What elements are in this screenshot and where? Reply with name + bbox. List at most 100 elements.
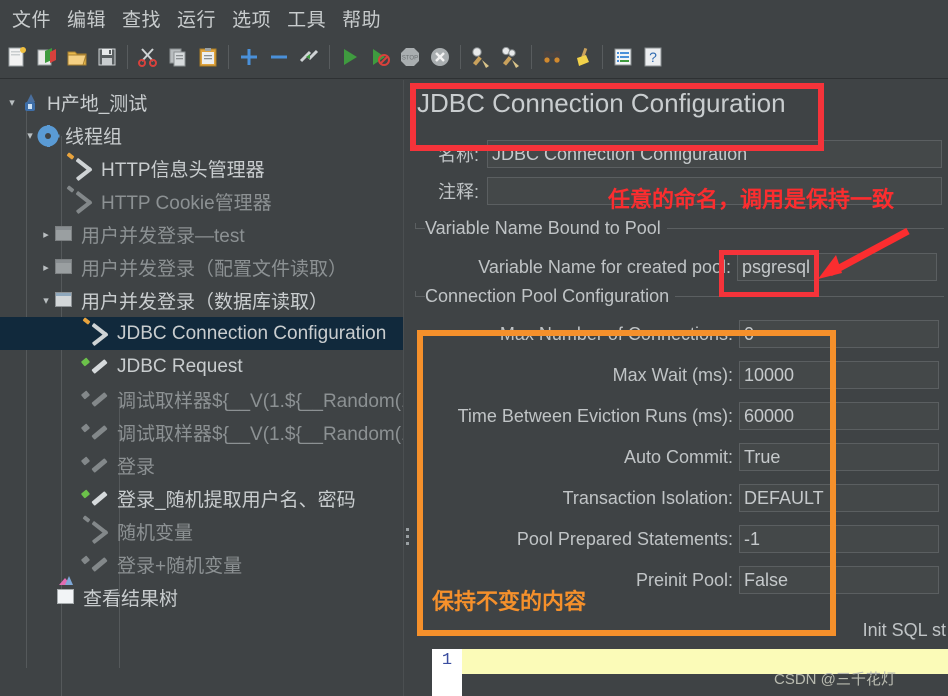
config-wrench-icon xyxy=(66,151,96,181)
watermark-text: CSDN @三千花灯 xyxy=(774,671,896,688)
tree-node-label: 线程组 xyxy=(65,127,123,148)
save-icon[interactable] xyxy=(94,42,120,72)
max-connections-row: Max Number of Connections: 0 xyxy=(411,319,948,349)
tree-node-label: 调试取样器${__V(1.${__Random(1 xyxy=(117,424,403,445)
tree-node-label: 用户并发登录（配置文件读取） xyxy=(81,259,348,280)
menu-options[interactable]: 选项 xyxy=(224,3,279,34)
menu-file[interactable]: 文件 xyxy=(4,3,59,34)
thread-group-icon xyxy=(37,124,60,147)
transaction-isolation-row: Transaction Isolation: DEFAULT xyxy=(411,483,948,513)
sampler-pencil-icon xyxy=(80,422,112,443)
tree-node-controller-db-read[interactable]: ▾ 用户并发登录（数据库读取） xyxy=(0,284,403,317)
paste-clipboard-icon[interactable] xyxy=(195,42,221,72)
svg-text:?: ? xyxy=(649,49,657,65)
menu-help[interactable]: 帮助 xyxy=(334,3,389,34)
tree-node-controller-config-file[interactable]: ▸ 用户并发登录（配置文件读取） xyxy=(0,251,403,284)
tree-node-jdbc-request[interactable]: JDBC Request xyxy=(0,350,403,383)
eviction-runs-row: Time Between Eviction Runs (ms): 60000 xyxy=(411,401,948,431)
menu-edit[interactable]: 编辑 xyxy=(59,3,114,34)
controller-icon xyxy=(54,225,76,245)
chevron-down-icon[interactable]: ▾ xyxy=(4,95,20,111)
results-tree-icon xyxy=(56,575,78,608)
annotation-note-naming: 任意的命名，调用是保持一致 xyxy=(608,187,895,212)
search-binoculars-icon[interactable] xyxy=(539,42,565,72)
chevron-down-icon[interactable]: ▾ xyxy=(38,293,54,309)
start-no-timers-icon[interactable] xyxy=(367,42,393,72)
tree-node-login-random-credentials[interactable]: 登录_随机提取用户名、密码 xyxy=(0,482,403,515)
toolbar-separator xyxy=(329,45,330,69)
toolbar: STOP ? xyxy=(0,36,948,79)
group-border-tick xyxy=(415,291,416,297)
eviction-runs-input[interactable]: 60000 xyxy=(739,402,939,430)
no-twisty xyxy=(58,194,74,210)
max-connections-input[interactable]: 0 xyxy=(739,320,939,348)
start-play-icon[interactable] xyxy=(337,42,363,72)
svg-text:STOP: STOP xyxy=(402,56,418,62)
chevron-right-icon[interactable]: ▸ xyxy=(38,260,54,276)
no-twisty xyxy=(58,161,74,177)
new-from-template-icon[interactable] xyxy=(34,42,60,72)
open-folder-icon[interactable] xyxy=(64,42,90,72)
tree-node-controller-test[interactable]: ▸ 用户并发登录—test xyxy=(0,218,403,251)
sampler-pencil-icon xyxy=(80,389,112,410)
shutdown-icon[interactable] xyxy=(427,42,453,72)
copy-icon[interactable] xyxy=(165,42,191,72)
no-twisty xyxy=(74,326,90,342)
new-file-icon[interactable] xyxy=(4,42,30,72)
annotation-red-arrow xyxy=(818,227,910,279)
test-plan-tree[interactable]: ▾ H产地_测试 ▾ 线程组 HTTP信息头管理器 HTTP Cookie管理器… xyxy=(0,80,403,696)
menu-run[interactable]: 运行 xyxy=(169,3,224,34)
tree-node-label: JDBC Request xyxy=(117,355,243,377)
tree-node-login[interactable]: 登录 xyxy=(0,449,403,482)
tree-node-login-plus-random-variable[interactable]: 登录+随机变量 xyxy=(0,548,403,581)
splitter-grip-icon[interactable] xyxy=(406,528,409,545)
config-wrench-icon xyxy=(66,184,96,214)
help-question-icon[interactable]: ? xyxy=(640,42,666,72)
tree-node-random-variable[interactable]: 随机变量 xyxy=(0,514,403,548)
menu-tools[interactable]: 工具 xyxy=(279,3,334,34)
clear-all-icon[interactable] xyxy=(498,42,524,72)
clear-icon[interactable] xyxy=(468,42,494,72)
name-input[interactable]: JDBC Connection Configuration xyxy=(487,140,942,168)
preinit-pool-select[interactable]: False xyxy=(739,566,939,594)
pool-prepared-statements-input[interactable]: -1 xyxy=(739,525,939,553)
max-wait-input[interactable]: 10000 xyxy=(739,361,939,389)
tree-node-label: 查看结果树 xyxy=(83,589,179,610)
eviction-runs-label: Time Between Eviction Runs (ms): xyxy=(457,405,733,426)
tree-node-test-plan[interactable]: ▾ H产地_测试 xyxy=(0,86,403,119)
tree-node-http-cookie-manager[interactable]: HTTP Cookie管理器 xyxy=(0,184,403,218)
menu-search[interactable]: 查找 xyxy=(114,3,169,34)
chevron-down-icon[interactable]: ▾ xyxy=(22,128,38,144)
tree-node-thread-group[interactable]: ▾ 线程组 xyxy=(0,119,403,152)
toolbar-separator xyxy=(602,45,603,69)
jmeter-window: 文件 编辑 查找 运行 选项 工具 帮助 STOP ? ▾ H产地_测试 ▾ 线… xyxy=(0,0,948,696)
toolbar-separator xyxy=(460,45,461,69)
tree-node-jdbc-connection-configuration[interactable]: JDBC Connection Configuration xyxy=(0,316,403,350)
no-twisty xyxy=(40,590,56,606)
plus-expand-icon[interactable] xyxy=(236,42,262,72)
auto-commit-select[interactable]: True xyxy=(739,443,939,471)
minus-collapse-icon[interactable] xyxy=(266,42,292,72)
name-row: 名称: JDBC Connection Configuration xyxy=(411,139,948,169)
toolbar-separator xyxy=(228,45,229,69)
sql-line-number: 1 xyxy=(432,649,462,696)
toggle-icon[interactable] xyxy=(296,42,322,72)
tree-node-label: 登录 xyxy=(117,457,156,478)
test-plan-tree-pane[interactable]: ▾ H产地_测试 ▾ 线程组 HTTP信息头管理器 HTTP Cookie管理器… xyxy=(0,80,403,696)
tree-node-label: 用户并发登录（数据库读取） xyxy=(81,292,329,313)
reset-search-broom-icon[interactable] xyxy=(569,42,595,72)
tree-node-view-results-tree[interactable]: 查看结果树 xyxy=(0,575,403,614)
max-wait-row: Max Wait (ms): 10000 xyxy=(411,360,948,390)
stop-icon[interactable]: STOP xyxy=(397,42,423,72)
tree-node-debug-sampler-1[interactable]: 调试取样器${__V(1.${__Random(1 xyxy=(0,383,403,416)
chevron-right-icon[interactable]: ▸ xyxy=(38,227,54,243)
panel-title: JDBC Connection Configuration xyxy=(417,88,786,118)
toolbar-separator xyxy=(127,45,128,69)
function-helper-icon[interactable] xyxy=(610,42,636,72)
tree-node-debug-sampler-2[interactable]: 调试取样器${__V(1.${__Random(1 xyxy=(0,416,403,449)
init-sql-label: Init SQL st xyxy=(862,620,946,640)
transaction-isolation-select[interactable]: DEFAULT xyxy=(739,484,939,512)
cut-scissors-icon[interactable] xyxy=(135,42,161,72)
tree-node-http-header-manager[interactable]: HTTP信息头管理器 xyxy=(0,151,403,185)
controller-icon xyxy=(54,258,76,278)
